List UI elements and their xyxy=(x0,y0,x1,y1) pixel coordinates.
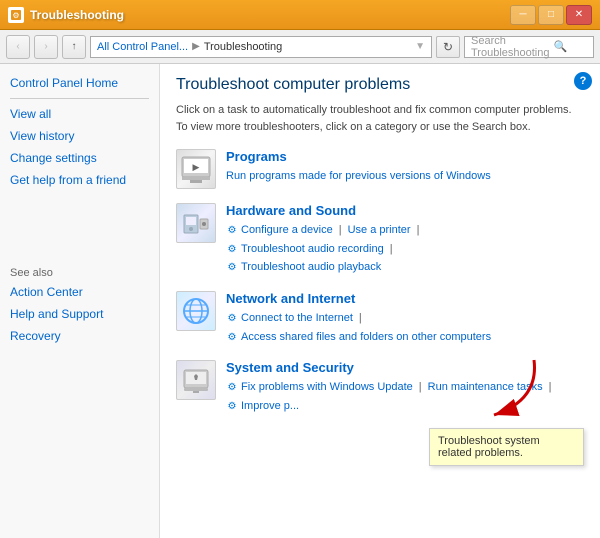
content-title: Troubleshoot computer problems xyxy=(176,76,584,94)
category-hardware: Hardware and Sound ⚙ Configure a device … xyxy=(176,203,584,277)
sidebar-view-all[interactable]: View all xyxy=(10,107,149,121)
category-programs: ▶ Programs Run programs made for previou… xyxy=(176,149,584,189)
window-title: Troubleshooting xyxy=(30,8,124,22)
sidebar-get-help[interactable]: Get help from a friend xyxy=(10,173,149,187)
content-description: Click on a task to automatically trouble… xyxy=(176,102,584,135)
title-bar: ⚙ Troubleshooting ─ □ ✕ xyxy=(0,0,600,30)
close-button[interactable]: ✕ xyxy=(566,5,592,25)
security-improve[interactable]: Improve p... xyxy=(241,397,299,416)
sidebar-change-settings[interactable]: Change settings xyxy=(10,151,149,165)
sidebar-recovery[interactable]: Recovery xyxy=(10,329,149,343)
programs-icon: ▶ xyxy=(176,149,216,189)
sidebar-action-center[interactable]: Action Center xyxy=(10,285,149,299)
network-connect[interactable]: Connect to the Internet xyxy=(241,309,353,328)
minimize-button[interactable]: ─ xyxy=(510,5,536,25)
address-bar: ‹ › ↑ All Control Panel... ▶ Troubleshoo… xyxy=(0,30,600,64)
gear-icon-5: ⚙ xyxy=(226,331,238,343)
sidebar-help-support[interactable]: Help and Support xyxy=(10,307,149,321)
search-box[interactable]: Search Troubleshooting 🔍 xyxy=(464,36,594,58)
hardware-printer[interactable]: Use a printer xyxy=(348,221,411,240)
hardware-links: ⚙ Configure a device | Use a printer | ⚙… xyxy=(226,221,584,277)
sidebar: Control Panel Home View all View history… xyxy=(0,64,160,538)
address-path[interactable]: All Control Panel... ▶ Troubleshooting ▼ xyxy=(90,36,432,58)
path-control-panel[interactable]: All Control Panel... xyxy=(97,41,188,53)
see-also-label: See also xyxy=(10,267,149,279)
network-links: ⚙ Connect to the Internet | ⚙ Access sha… xyxy=(226,309,584,346)
gear-icon-6: ⚙ xyxy=(226,382,238,394)
svg-text:⚙: ⚙ xyxy=(12,11,19,20)
maximize-button[interactable]: □ xyxy=(538,5,564,25)
hardware-title[interactable]: Hardware and Sound xyxy=(226,203,584,218)
main-layout: Control Panel Home View all View history… xyxy=(0,64,600,538)
programs-links: Run programs made for previous versions … xyxy=(226,167,584,186)
tooltip: Troubleshoot system related problems. xyxy=(429,428,584,466)
title-bar-left: ⚙ Troubleshooting xyxy=(8,7,124,23)
category-network: Network and Internet ⚙ Connect to the In… xyxy=(176,291,584,346)
security-title[interactable]: System and Security xyxy=(226,360,584,375)
hardware-audio-playback[interactable]: Troubleshoot audio playback xyxy=(241,258,381,277)
hardware-icon xyxy=(176,203,216,243)
up-button[interactable]: ↑ xyxy=(62,35,86,59)
security-maintenance[interactable]: Run maintenance tasks xyxy=(428,378,543,397)
security-links: ⚙ Fix problems with Windows Update | Run… xyxy=(226,378,584,415)
forward-button[interactable]: › xyxy=(34,35,58,59)
gear-icon-1: ⚙ xyxy=(226,224,238,236)
programs-sublink-1[interactable]: Run programs made for previous versions … xyxy=(226,170,491,182)
svg-text:▶: ▶ xyxy=(193,162,200,172)
network-content: Network and Internet ⚙ Connect to the In… xyxy=(226,291,584,346)
gear-icon-2: ⚙ xyxy=(226,243,238,255)
programs-content: Programs Run programs made for previous … xyxy=(226,149,584,186)
path-troubleshooting: Troubleshooting xyxy=(204,41,282,53)
content-area: ? Troubleshoot computer problems Click o… xyxy=(160,64,600,538)
security-icon xyxy=(176,360,216,400)
sidebar-control-panel-home[interactable]: Control Panel Home xyxy=(10,76,149,90)
window-controls: ─ □ ✕ xyxy=(510,5,592,25)
gear-icon-3: ⚙ xyxy=(226,262,238,274)
security-windows-update[interactable]: Fix problems with Windows Update xyxy=(241,378,413,397)
gear-icon-4: ⚙ xyxy=(226,312,238,324)
programs-title[interactable]: Programs xyxy=(226,149,584,164)
help-button[interactable]: ? xyxy=(574,72,592,90)
back-button[interactable]: ‹ xyxy=(6,35,30,59)
dropdown-icon: ▼ xyxy=(415,41,425,52)
network-icon xyxy=(176,291,216,331)
tooltip-text: Troubleshoot system related problems. xyxy=(438,435,540,459)
category-security: System and Security ⚙ Fix problems with … xyxy=(176,360,584,415)
hardware-audio-recording[interactable]: Troubleshoot audio recording xyxy=(241,240,384,259)
path-sep-1: ▶ xyxy=(192,41,200,52)
app-icon: ⚙ xyxy=(8,7,24,23)
hardware-configure[interactable]: Configure a device xyxy=(241,221,333,240)
search-placeholder: Search Troubleshooting xyxy=(471,35,549,59)
hardware-content: Hardware and Sound ⚙ Configure a device … xyxy=(226,203,584,277)
sidebar-view-history[interactable]: View history xyxy=(10,129,149,143)
network-shared-files[interactable]: Access shared files and folders on other… xyxy=(241,328,491,347)
search-icon: 🔍 xyxy=(553,40,587,53)
network-title[interactable]: Network and Internet xyxy=(226,291,584,306)
refresh-button[interactable]: ↻ xyxy=(436,36,460,58)
sidebar-divider-1 xyxy=(10,98,149,99)
security-content: System and Security ⚙ Fix problems with … xyxy=(226,360,584,415)
gear-icon-7: ⚙ xyxy=(226,400,238,412)
